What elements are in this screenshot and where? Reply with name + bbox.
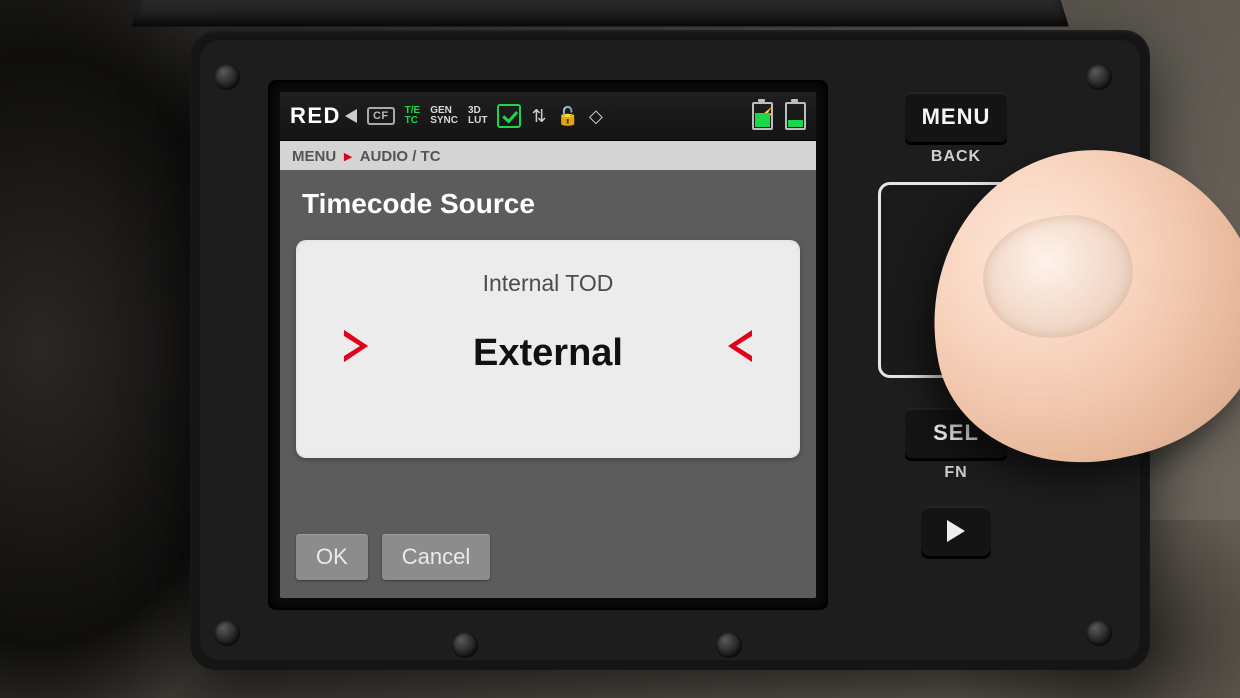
tc-line: TC [405,116,421,126]
screw-icon [452,632,478,658]
camera-top-edge [131,0,1069,26]
breadcrumb[interactable]: MENU ▸ AUDIO / TC [280,141,816,172]
option-secondary[interactable]: Internal TOD [296,270,800,297]
screw-icon [1086,64,1112,90]
battery-fill [755,113,770,127]
lut-line2: LUT [468,116,487,126]
cf-media-badge: CF [367,107,395,125]
dialog-title: Timecode Source [280,170,816,232]
battery-fill [788,120,803,127]
lut-indicator: 3D LUT [468,106,487,126]
timecode-indicator: T/E TC [405,106,421,126]
screw-icon [214,64,240,90]
menu-sub-label: BACK [856,148,1056,166]
sel-sub-label: FN [856,464,1056,482]
breadcrumb-root[interactable]: MENU [292,148,336,165]
screw-icon [1086,620,1112,646]
brand-arrow-icon [345,109,357,123]
cancel-button[interactable]: Cancel [382,534,490,580]
ok-button[interactable]: OK [296,534,368,580]
menu-hardware-button[interactable]: MENU [905,92,1007,142]
play-hardware-button[interactable] [921,506,991,556]
option-selected[interactable]: External [296,332,800,375]
breadcrumb-path[interactable]: AUDIO / TC [360,148,441,165]
battery-icon: ⚡ [752,102,773,130]
lock-icon: 🔓 [557,106,579,127]
lcd-screen[interactable]: RED CF T/E TC GEN SYNC 3D LUT ⇅ 🔓 ◇ ⚡ [280,92,816,598]
status-check-icon [497,104,521,128]
chevron-right-icon: ▸ [344,147,352,165]
dialog-content: Timecode Source Internal TOD External OK… [280,170,816,598]
thumb-nail [973,203,1145,352]
brand-text: RED [290,103,341,129]
updown-icon: ⇅ [531,106,546,127]
status-bar: RED CF T/E TC GEN SYNC 3D LUT ⇅ 🔓 ◇ ⚡ [280,92,816,141]
screw-icon [214,620,240,646]
battery-icon [785,102,806,130]
picker-left-arrow-icon[interactable] [344,330,368,362]
sync-line: SYNC [430,116,458,126]
option-picker[interactable]: Internal TOD External [296,240,800,458]
genlock-indicator: GEN SYNC [430,106,458,126]
dialog-buttons: OK Cancel [296,534,490,580]
scene: RED CF T/E TC GEN SYNC 3D LUT ⇅ 🔓 ◇ ⚡ [0,0,1240,698]
screw-icon [716,632,742,658]
picker-right-arrow-icon[interactable] [728,330,752,362]
brand-logo: RED [290,103,357,129]
wifi-icon: ◇ [589,106,603,127]
